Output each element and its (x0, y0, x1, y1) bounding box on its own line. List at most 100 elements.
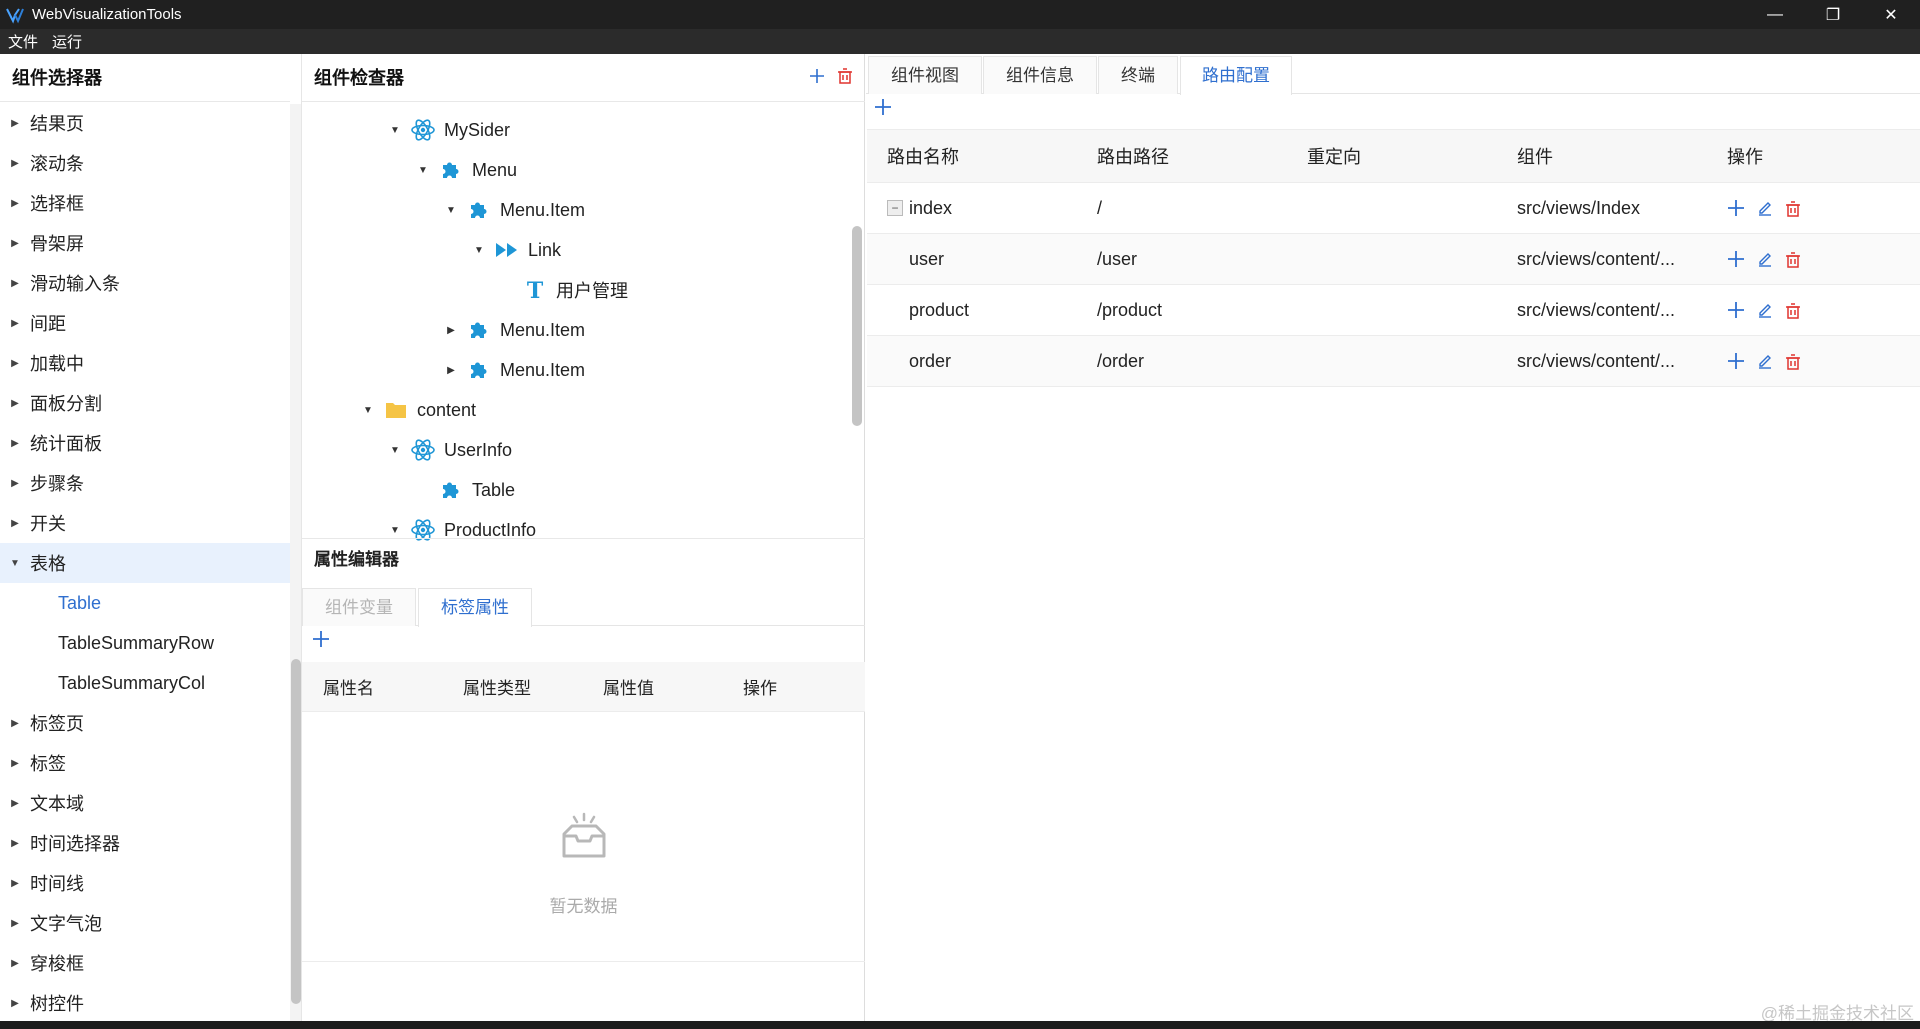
add-child-icon[interactable] (1727, 199, 1745, 217)
tree-node-label: 用户管理 (556, 281, 628, 301)
caret-right-icon: ▶ (11, 477, 19, 489)
tree-node[interactable]: ▶ Menu.Item (442, 350, 585, 390)
table-row[interactable]: user /user src/views/content/... (867, 234, 1920, 285)
tab-component-variables[interactable]: 组件变量 (302, 588, 416, 626)
add-property-icon[interactable] (312, 630, 330, 648)
table-row[interactable]: − index / src/views/Index (867, 183, 1920, 234)
selector-item[interactable]: ▶ 树控件 (0, 983, 290, 1021)
caret-down-icon: ▼ (474, 244, 484, 256)
caret-down-icon: ▼ (363, 404, 373, 416)
selector-item[interactable]: ▶ 标签 (0, 743, 290, 783)
caret-right-icon: ▶ (11, 757, 19, 769)
add-child-icon[interactable] (1727, 250, 1745, 268)
selector-item[interactable]: ▶ 结果页 (0, 103, 290, 143)
add-child-icon[interactable] (1727, 301, 1745, 319)
tree-node-label: MySider (444, 119, 511, 140)
selector-item[interactable]: ▶ 开关 (0, 503, 290, 543)
tree-node[interactable]: ▼ Link (470, 230, 561, 270)
selector-item-label: 步骤条 (30, 474, 84, 494)
edit-icon[interactable] (1757, 251, 1773, 267)
selector-item[interactable]: ▶ 间距 (0, 303, 290, 343)
selector-item[interactable]: ▶ 步骤条 (0, 463, 290, 503)
edit-icon[interactable] (1757, 302, 1773, 318)
selector-item[interactable]: ▶ 滚动条 (0, 143, 290, 183)
add-child-icon[interactable] (1727, 352, 1745, 370)
edit-icon[interactable] (1757, 353, 1773, 369)
delete-icon[interactable] (1785, 200, 1801, 217)
close-button[interactable]: ✕ (1862, 0, 1920, 29)
column-header: 路由名称 (887, 147, 959, 167)
selector-subitem-summary-col[interactable]: TableSummaryCol (0, 663, 290, 703)
table-row[interactable]: product /product src/views/content/... (867, 285, 1920, 336)
maximize-button[interactable]: ❐ (1804, 0, 1862, 29)
tab-tag-attributes[interactable]: 标签属性 (418, 588, 532, 627)
property-tabs: 组件变量 标签属性 (302, 586, 865, 627)
tree-node[interactable]: ▼ Menu (414, 150, 517, 190)
selector-item-label: 加载中 (30, 354, 84, 374)
add-icon[interactable] (809, 68, 825, 84)
add-route-icon[interactable] (874, 98, 892, 116)
selector-item[interactable]: ▶ 滑动输入条 (0, 263, 290, 303)
main-tabs: 组件视图 组件信息 终端 路由配置 (866, 54, 1920, 95)
component-list: ▶ 结果页 ▶ 滚动条 ▶ 选择框 ▶ 骨架屏 ▶ 滑动输入条 ▶ 间距 ▶ 加载中 ▶ 面板分… (0, 103, 290, 1021)
route-name: order (909, 350, 952, 371)
selector-subitem-table[interactable]: Table (0, 583, 290, 623)
selector-item[interactable]: ▶ 文字气泡 (0, 903, 290, 943)
column-header: 操作 (1727, 147, 1763, 167)
tree-node[interactable]: T 用户管理 (498, 270, 628, 310)
caret-right-icon: ▶ (11, 997, 19, 1009)
tab-route-config[interactable]: 路由配置 (1180, 56, 1292, 95)
inspector-title: 组件检查器 (314, 68, 404, 88)
tree-node[interactable]: Table (414, 470, 515, 510)
selector-item[interactable]: ▶ 标签页 (0, 703, 290, 743)
selector-item-label: 滚动条 (30, 154, 84, 174)
tab-component-info[interactable]: 组件信息 (983, 56, 1097, 94)
selector-scrollbar-thumb[interactable] (291, 659, 301, 1004)
selector-item[interactable]: ▶ 选择框 (0, 183, 290, 223)
column-header: 路由路径 (1097, 147, 1169, 167)
folder-icon (381, 398, 411, 422)
delete-icon[interactable] (1785, 353, 1801, 370)
tree-node[interactable]: ▼ Menu.Item (442, 190, 585, 230)
selector-item[interactable]: ▶ 面板分割 (0, 383, 290, 423)
app-logo-icon (6, 7, 24, 24)
selector-item-label: 滑动输入条 (30, 274, 120, 294)
selector-item[interactable]: ▶ 骨架屏 (0, 223, 290, 263)
table-row[interactable]: order /order src/views/content/... (867, 336, 1920, 387)
selector-item[interactable]: ▶ 文本域 (0, 783, 290, 823)
selector-item[interactable]: ▶ 时间选择器 (0, 823, 290, 863)
selector-subitem-summary-row[interactable]: TableSummaryRow (0, 623, 290, 663)
route-component: src/views/Index (1517, 197, 1641, 218)
delete-icon[interactable] (1785, 251, 1801, 268)
tree-node[interactable]: ▼ content (359, 390, 476, 430)
selector-item-label: 标签 (30, 754, 66, 774)
delete-icon[interactable] (1785, 302, 1801, 319)
tab-component-view[interactable]: 组件视图 (868, 56, 982, 94)
tab-terminal[interactable]: 终端 (1098, 56, 1178, 94)
tree-node[interactable]: ▼ UserInfo (386, 430, 512, 470)
column-header: 属性名 (323, 679, 374, 698)
text-icon: T (520, 278, 550, 302)
column-header: 组件 (1517, 147, 1553, 167)
collapse-icon[interactable]: − (887, 200, 903, 216)
selector-item[interactable]: ▶ 统计面板 (0, 423, 290, 463)
tree-node[interactable]: ▼ MySider (386, 110, 510, 150)
tree-node[interactable]: ▶ Menu.Item (442, 310, 585, 350)
minimize-button[interactable]: — (1746, 0, 1804, 29)
delete-icon[interactable] (837, 68, 853, 84)
caret-down-icon: ▼ (418, 164, 428, 176)
selector-item-label: 文字气泡 (30, 914, 102, 934)
selector-item[interactable]: ▶ 时间线 (0, 863, 290, 903)
title-bar: WebVisualizationTools — ❐ ✕ (0, 0, 1920, 29)
inspector-scrollbar-thumb[interactable] (852, 226, 862, 426)
selector-item-table[interactable]: ▼ 表格 (0, 543, 290, 583)
selector-item[interactable]: ▶ 加载中 (0, 343, 290, 383)
selector-item[interactable]: ▶ 穿梭框 (0, 943, 290, 983)
tree-node-label: Link (528, 239, 562, 260)
tree-node-label: Menu.Item (500, 319, 586, 340)
menu-file[interactable]: 文件 (8, 31, 38, 52)
caret-right-icon: ▶ (447, 324, 455, 336)
menu-run[interactable]: 运行 (52, 31, 82, 52)
edit-icon[interactable] (1757, 200, 1773, 216)
taskbar-strip (0, 1021, 1920, 1029)
